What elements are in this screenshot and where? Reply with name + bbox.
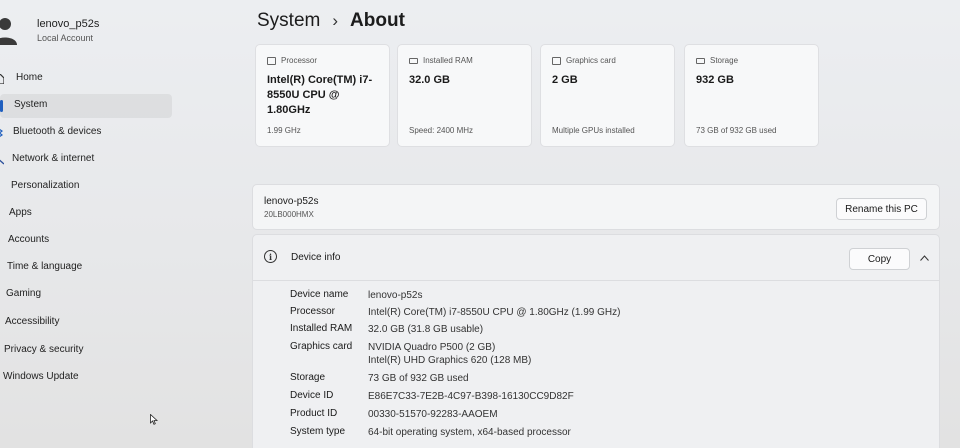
spec-label-product-id: Product ID bbox=[290, 408, 338, 419]
sidebar-item-label: Home bbox=[16, 72, 43, 83]
card-title: Graphics card bbox=[566, 56, 616, 65]
sidebar-item-network[interactable]: Network & internet bbox=[0, 148, 172, 172]
sidebar-item-gaming[interactable]: Gaming bbox=[0, 283, 172, 307]
profile-account-type: Local Account bbox=[37, 33, 94, 43]
sidebar-item-label: Apps bbox=[9, 207, 32, 218]
sidebar-item-home[interactable]: Home bbox=[0, 67, 172, 91]
sidebar-item-label: Privacy & security bbox=[4, 344, 84, 355]
spec-value-product-id: 00330-51570-92283-AAOEM bbox=[368, 409, 498, 420]
breadcrumb-system[interactable]: System bbox=[257, 10, 320, 32]
sidebar-item-personalization[interactable]: Personalization bbox=[0, 175, 172, 199]
breadcrumb: System › About bbox=[257, 10, 405, 32]
mouse-cursor-icon bbox=[150, 414, 158, 425]
copy-button[interactable]: Copy bbox=[849, 248, 910, 270]
page-title: About bbox=[350, 10, 405, 31]
device-info-section: i Device info Copy Device name lenovo-p5… bbox=[252, 234, 940, 448]
card-title: Processor bbox=[281, 56, 318, 65]
card-value: 2 GB bbox=[552, 74, 578, 86]
card-footer: 1.99 GHz bbox=[267, 126, 301, 135]
graphics-card-card: Graphics card 2 GB Multiple GPUs install… bbox=[540, 44, 675, 147]
spec-label-system-type: System type bbox=[290, 426, 346, 437]
spec-value-graphics-card: NVIDIA Quadro P500 (2 GB) bbox=[368, 342, 496, 353]
spec-value-system-type: 64-bit operating system, x64-based proce… bbox=[368, 427, 571, 438]
home-icon bbox=[0, 74, 4, 84]
sidebar-item-label: Accessibility bbox=[5, 316, 60, 327]
pc-name-row: lenovo-p52s 20LB000HMX Rename this PC bbox=[252, 184, 940, 230]
spec-label-device-id: Device ID bbox=[290, 390, 334, 401]
spec-label-processor: Processor bbox=[290, 306, 336, 317]
sidebar-item-system[interactable]: System bbox=[0, 94, 172, 118]
storage-icon bbox=[696, 58, 705, 64]
pc-model: 20LB000HMX bbox=[264, 210, 314, 219]
processor-icon bbox=[267, 57, 276, 65]
info-icon: i bbox=[264, 250, 277, 263]
card-value: 932 GB bbox=[696, 74, 734, 86]
sidebar-item-label: System bbox=[14, 99, 48, 110]
sidebar-item-accounts[interactable]: Accounts bbox=[0, 229, 172, 253]
sidebar-item-label: Windows Update bbox=[3, 371, 79, 382]
profile-name: lenovo_p52s bbox=[37, 18, 100, 30]
pc-name: lenovo-p52s bbox=[264, 196, 319, 207]
processor-card: Processor Intel(R) Core(TM) i7-8550U CPU… bbox=[255, 44, 390, 147]
avatar bbox=[0, 18, 17, 45]
spec-value-installed-ram: 32.0 GB (31.8 GB usable) bbox=[368, 324, 484, 335]
card-value: 32.0 GB bbox=[409, 74, 450, 86]
ram-card: Installed RAM 32.0 GB Speed: 2400 MHz bbox=[397, 44, 532, 147]
storage-card: Storage 932 GB 73 GB of 932 GB used bbox=[684, 44, 819, 147]
card-title: Storage bbox=[710, 56, 739, 65]
sidebar-item-label: Time & language bbox=[7, 261, 83, 272]
ram-icon bbox=[409, 58, 418, 64]
graphics-card-icon bbox=[552, 57, 561, 65]
active-indicator bbox=[0, 100, 3, 112]
sidebar-item-apps[interactable]: Apps bbox=[0, 202, 172, 226]
spec-label-storage: Storage bbox=[290, 372, 326, 383]
sidebar: lenovo_p52s Local Account Home System Bl… bbox=[0, 0, 185, 448]
spec-value-storage: 73 GB of 932 GB used bbox=[368, 373, 469, 384]
card-title: Installed RAM bbox=[423, 56, 473, 65]
user-profile[interactable]: lenovo_p52s Local Account bbox=[0, 14, 180, 48]
device-info-header[interactable]: i Device info Copy bbox=[253, 235, 939, 281]
card-footer: Speed: 2400 MHz bbox=[409, 126, 474, 135]
bluetooth-icon bbox=[0, 128, 4, 138]
sidebar-item-accessibility[interactable]: Accessibility bbox=[0, 311, 172, 335]
sidebar-item-label: Gaming bbox=[6, 288, 42, 299]
spec-label-device-name: Device name bbox=[290, 289, 349, 300]
sidebar-item-label: Personalization bbox=[11, 180, 80, 191]
network-icon bbox=[0, 159, 4, 165]
sidebar-item-time-language[interactable]: Time & language bbox=[0, 256, 172, 280]
sidebar-item-label: Network & internet bbox=[12, 153, 95, 164]
sidebar-item-label: Accounts bbox=[8, 234, 50, 245]
rename-pc-button[interactable]: Rename this PC bbox=[836, 198, 927, 220]
sidebar-item-windows-update[interactable]: Windows Update bbox=[0, 366, 172, 390]
card-footer: Multiple GPUs installed bbox=[552, 126, 635, 135]
card-footer: 73 GB of 932 GB used bbox=[696, 126, 777, 135]
card-value: Intel(R) Core(TM) i7-8550U CPU @ 1.80GHz bbox=[267, 74, 373, 116]
spec-value-device-id: E86E7C33-7E2B-4C97-B398-16130CC9D82F bbox=[368, 391, 574, 402]
spec-label-installed-ram: Installed RAM bbox=[290, 323, 353, 334]
spec-value-device-name: lenovo-p52s bbox=[368, 290, 423, 301]
sidebar-item-label: Bluetooth & devices bbox=[13, 126, 102, 137]
sidebar-item-bluetooth[interactable]: Bluetooth & devices bbox=[0, 121, 172, 145]
spec-value-processor: Intel(R) Core(TM) i7-8550U CPU @ 1.80GHz… bbox=[368, 307, 621, 318]
sidebar-item-privacy-security[interactable]: Privacy & security bbox=[0, 339, 172, 363]
spec-label-graphics-card: Graphics card bbox=[290, 341, 353, 352]
chevron-up-icon[interactable] bbox=[920, 255, 929, 261]
device-info-title: Device info bbox=[291, 252, 341, 263]
spec-value-graphics-card-secondary: Intel(R) UHD Graphics 620 (128 MB) bbox=[368, 355, 532, 366]
breadcrumb-separator: › bbox=[332, 11, 339, 30]
